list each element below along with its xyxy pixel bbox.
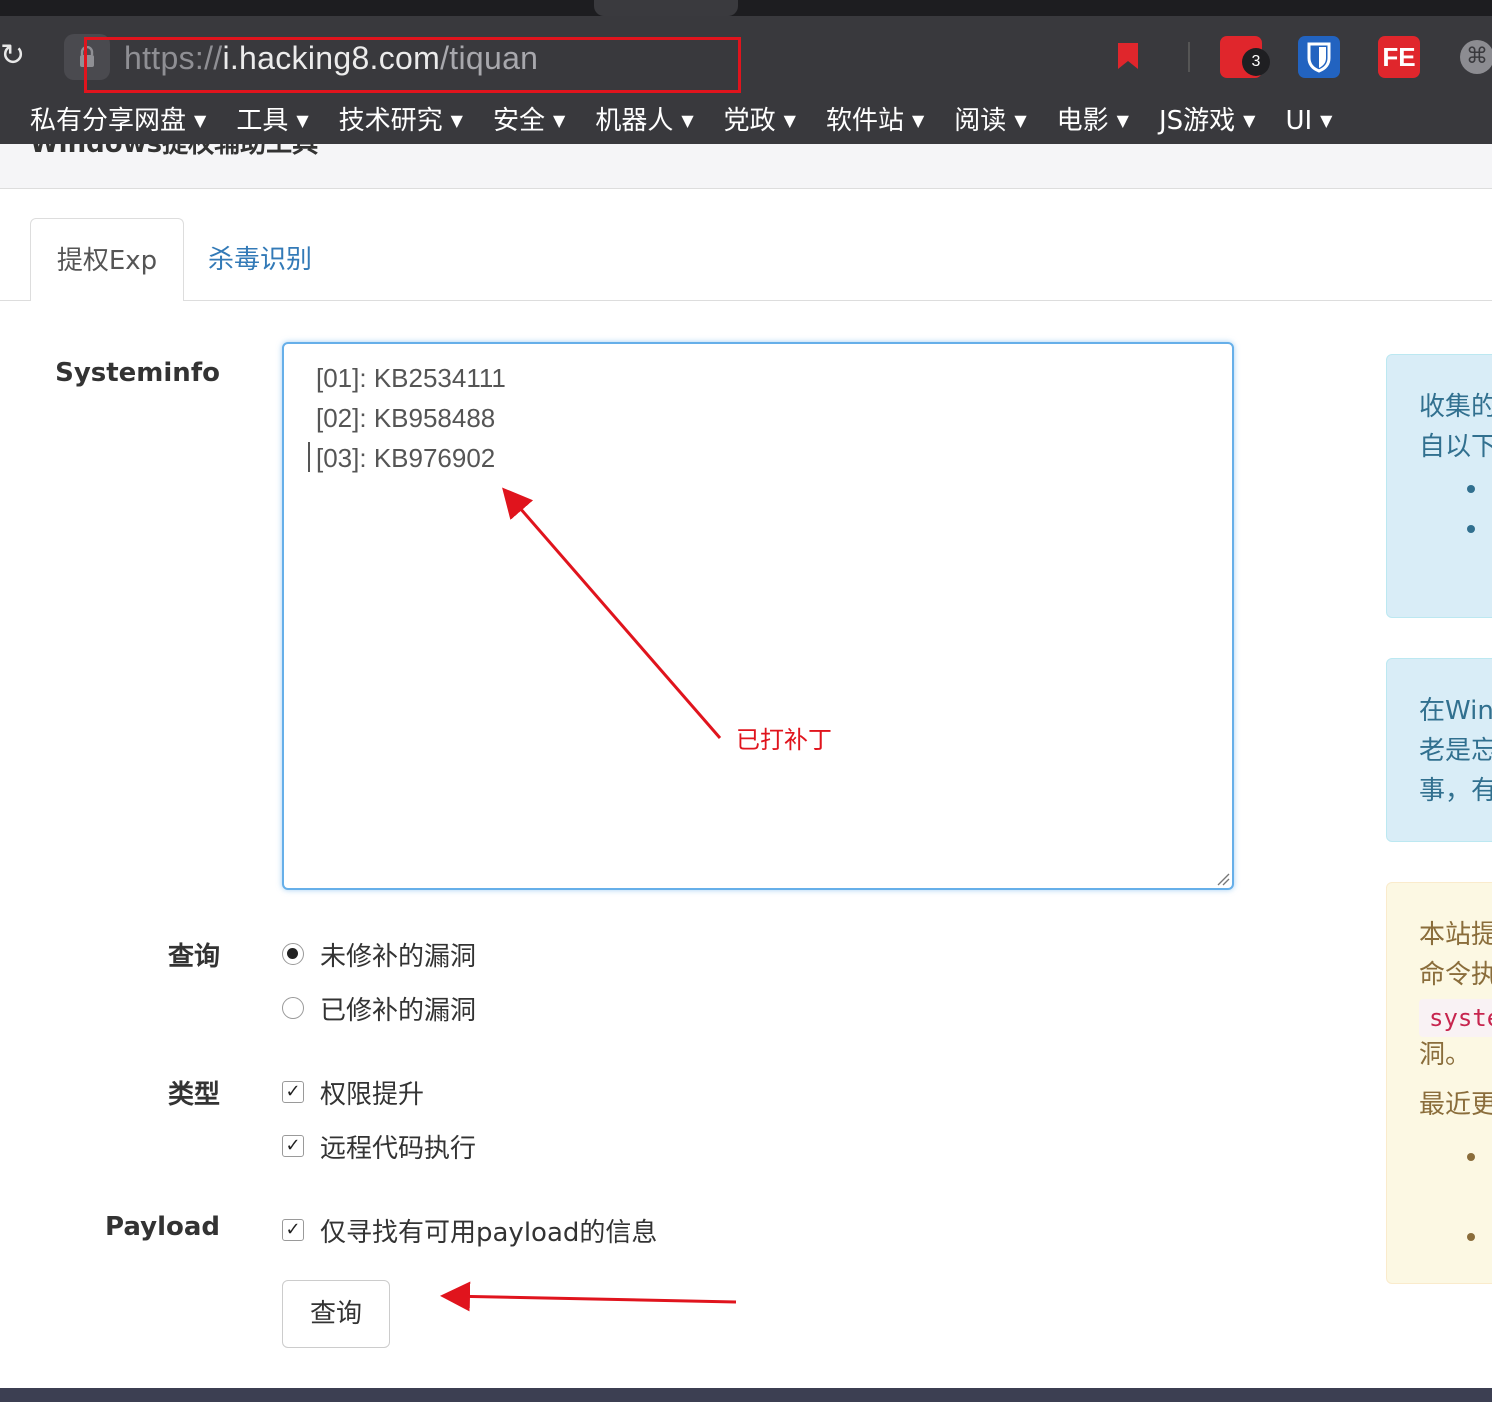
- page-title: Windows提权辅助工具: [30, 144, 319, 159]
- list-bullet: [1467, 1153, 1475, 1161]
- bookmark-label: 机器人: [595, 106, 674, 136]
- reload-icon[interactable]: ↻: [0, 36, 25, 76]
- caret-down-icon: ▼: [1014, 111, 1027, 130]
- query-label: 查询: [167, 942, 220, 972]
- url-annotation-box: [84, 37, 741, 93]
- resize-grip-icon[interactable]: [1216, 872, 1230, 886]
- caret-down-icon: ▼: [911, 111, 925, 130]
- panel-text: 收集的: [1419, 392, 1492, 422]
- fe-extension-icon[interactable]: FE: [1378, 36, 1420, 78]
- payload-label: Payload: [105, 1212, 220, 1242]
- caret-down-icon: ▼: [1243, 111, 1256, 130]
- active-browser-tab[interactable]: [594, 0, 738, 16]
- bookmark-label: 安全: [492, 106, 545, 136]
- bookmark-folder-politics[interactable]: 党政 ▼: [724, 100, 796, 142]
- query-submit-button[interactable]: 查询: [282, 1280, 390, 1348]
- shield-icon: [1307, 42, 1331, 73]
- caret-down-icon: ▼: [1116, 111, 1129, 130]
- bookmark-label: 私有分享网盘: [30, 106, 187, 136]
- info-panel-windows: 在Win 老是忘 事，有: [1386, 658, 1492, 842]
- checkbox-remote-code-execution[interactable]: ✓ 远程代码执行: [282, 1126, 476, 1166]
- systeminfo-line: [02]: KB958488: [316, 403, 496, 433]
- panel-text: 老是忘: [1419, 736, 1492, 766]
- checkbox-privilege-escalation[interactable]: ✓ 权限提升: [282, 1072, 424, 1112]
- bookmark-label: 软件站: [825, 106, 904, 136]
- caret-down-icon: ▼: [681, 111, 694, 130]
- arrow-to-query-button: [440, 1281, 737, 1312]
- radio-label: 未修补的漏洞: [320, 941, 477, 972]
- bookmark-label: 阅读: [954, 106, 1007, 136]
- command-extension-icon[interactable]: ⌘: [1460, 40, 1492, 74]
- panel-text: 自以下: [1419, 432, 1492, 462]
- panel-text: 事，有: [1419, 776, 1492, 806]
- checkbox-label: 远程代码执行: [320, 1133, 477, 1164]
- panel-text: 在Win: [1419, 696, 1492, 726]
- bookmark-folder-reading[interactable]: 阅读 ▼: [954, 100, 1026, 142]
- checkbox-checked-icon[interactable]: ✓: [282, 1135, 304, 1157]
- panel-text: 命令执: [1419, 960, 1492, 990]
- bookmark-folder-netdisk[interactable]: 私有分享网盘 ▼: [30, 100, 206, 142]
- type-label: 类型: [167, 1080, 220, 1110]
- list-bullet: [1467, 485, 1475, 493]
- tab-antivirus-detect[interactable]: 杀毒识别: [208, 218, 312, 301]
- text-cursor: [308, 442, 310, 472]
- bookmark-folder-robot[interactable]: 机器人 ▼: [595, 100, 693, 142]
- caret-down-icon: ▼: [450, 111, 463, 130]
- bookmark-folder-research[interactable]: 技术研究 ▼: [339, 100, 463, 142]
- bookmark-folder-software[interactable]: 软件站 ▼: [826, 100, 924, 142]
- bookmarks-bar: 私有分享网盘 ▼ 工具 ▼ 技术研究 ▼ 安全 ▼ 机器人 ▼ 党政 ▼ 软件站 ▼ 阅读 ▼ …: [30, 100, 1362, 142]
- inline-code: syste: [1419, 999, 1492, 1037]
- bookmark-label: 电影: [1056, 106, 1109, 136]
- extension-badge: 3: [1242, 48, 1270, 76]
- caret-down-icon: ▼: [296, 111, 309, 130]
- systeminfo-line: [03]: KB976902: [316, 443, 496, 473]
- panel-text: 最近更: [1419, 1090, 1492, 1120]
- annotation-patched-note: 已打补丁: [736, 726, 832, 754]
- warning-panel: 本站提 命令执 syste 洞。 最近更: [1386, 882, 1492, 1284]
- radio-unselected-icon[interactable]: [282, 997, 304, 1019]
- caret-down-icon: ▼: [1320, 111, 1333, 130]
- bitwarden-shield-icon[interactable]: [1298, 36, 1340, 78]
- panel-text: 本站提: [1419, 920, 1492, 950]
- tab-privilege-exp[interactable]: 提权Exp: [30, 218, 184, 301]
- bookmark-label: 工具: [236, 106, 289, 136]
- list-bullet: [1467, 525, 1475, 533]
- checkbox-label: 仅寻找有可用payload的信息: [320, 1217, 658, 1248]
- list-bullet: [1467, 1233, 1475, 1241]
- systeminfo-label: Systeminfo: [55, 358, 220, 388]
- checkbox-checked-icon[interactable]: ✓: [282, 1219, 304, 1241]
- radio-patched[interactable]: 已修补的漏洞: [282, 988, 476, 1028]
- bottom-edge: [0, 1388, 1492, 1402]
- bookmark-folder-movies[interactable]: 电影 ▼: [1057, 100, 1129, 142]
- checkbox-label: 权限提升: [320, 1079, 425, 1110]
- caret-down-icon: ▼: [783, 111, 796, 130]
- bookmark-folder-tools[interactable]: 工具 ▼: [236, 100, 308, 142]
- radio-selected-icon[interactable]: [282, 943, 304, 965]
- bookmark-label: UI: [1285, 106, 1313, 136]
- page-header: Windows提权辅助工具: [0, 144, 1492, 189]
- bookmark-label: 技术研究: [338, 106, 443, 136]
- checkbox-payload-only[interactable]: ✓ 仅寻找有可用payload的信息: [282, 1210, 657, 1250]
- radio-unpatched[interactable]: 未修补的漏洞: [282, 934, 476, 974]
- radio-label: 已修补的漏洞: [320, 995, 477, 1026]
- bookmark-folder-js-games[interactable]: JS游戏 ▼: [1159, 100, 1256, 142]
- tab-strip: [0, 0, 1492, 16]
- info-panel-sources: 收集的 自以下: [1386, 354, 1492, 618]
- bookmark-folder-ui[interactable]: UI ▼: [1285, 100, 1332, 142]
- caret-down-icon: ▼: [194, 111, 207, 130]
- bookmark-folder-security[interactable]: 安全 ▼: [493, 100, 565, 142]
- systeminfo-line: [01]: KB2534111: [316, 363, 506, 393]
- panel-text: 洞。: [1419, 1040, 1472, 1070]
- checkbox-checked-icon[interactable]: ✓: [282, 1081, 304, 1103]
- systeminfo-textarea[interactable]: [01]: KB2534111 [02]: KB958488 [03]: KB9…: [282, 342, 1234, 890]
- bookmark-label: 党政: [723, 106, 776, 136]
- bookmark-label: JS游戏: [1158, 106, 1236, 136]
- bookmark-icon[interactable]: [1116, 42, 1140, 70]
- caret-down-icon: ▼: [553, 111, 566, 130]
- toolbar-divider: [1188, 42, 1190, 72]
